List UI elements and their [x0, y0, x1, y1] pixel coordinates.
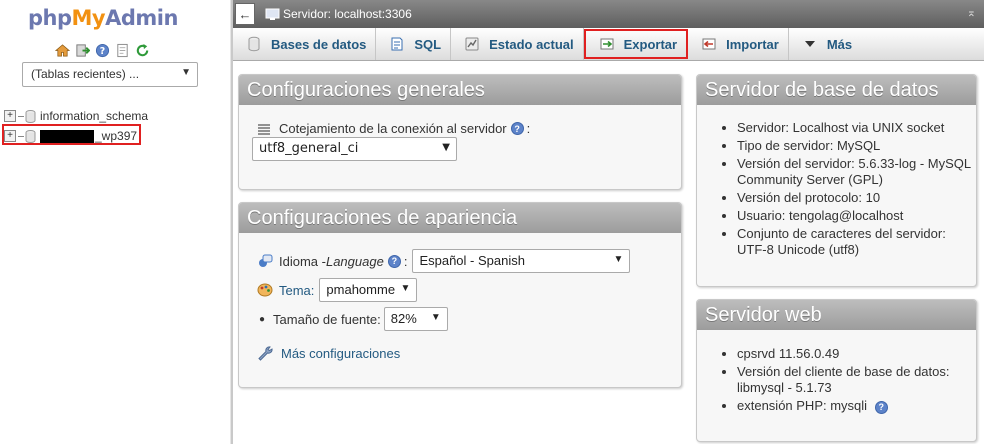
- database-icon: [248, 36, 260, 52]
- database-server-panel: Servidor de base de datos Servidor: Loca…: [696, 74, 977, 287]
- language-icon: [259, 254, 273, 267]
- collation-suffix: :: [526, 121, 531, 136]
- tab-mas[interactable]: Más: [789, 28, 861, 60]
- tab-label: SQL: [414, 36, 442, 52]
- tab-importar[interactable]: Importar: [688, 28, 789, 60]
- home-icon[interactable]: [54, 42, 71, 59]
- help-icon[interactable]: ?: [94, 42, 111, 59]
- list-item: Usuario: tengolag@localhost: [737, 208, 976, 224]
- collation-select[interactable]: utf8_general_ci ▼: [252, 137, 457, 161]
- tab-label: Estado actual: [489, 36, 574, 52]
- menu-down-icon: [804, 41, 815, 47]
- db-server-info-list: Servidor: Localhost via UNIX socket Tipo…: [697, 120, 976, 258]
- list-icon: [258, 123, 270, 135]
- tab-label: Más: [826, 36, 853, 52]
- top-menu-tabs: Bases de datos SQL Estado actual Exporta…: [233, 28, 984, 61]
- collation-label: Cotejamiento de la conexión al servidor: [279, 121, 507, 136]
- bullet: ●: [259, 313, 266, 325]
- nav-icon-bar: ?: [54, 42, 151, 59]
- appearance-settings-panel: Configuraciones de apariencia Idioma - L…: [238, 202, 682, 388]
- chevron-down-icon: ▼: [400, 283, 411, 294]
- tab-estado-actual[interactable]: Estado actual: [451, 28, 584, 60]
- list-item: Versión del protocolo: 10: [737, 190, 976, 206]
- chevron-down-icon: ▼: [181, 67, 191, 78]
- logo-my: My: [71, 6, 106, 30]
- svg-text:?: ?: [100, 46, 105, 57]
- list-item: Conjunto de caracteres del servidor: UTF…: [737, 226, 976, 258]
- recent-tables-value: (Tablas recientes) ...: [31, 67, 140, 81]
- language-suffix: :: [403, 253, 408, 269]
- language-label-italic: Language: [325, 253, 384, 269]
- more-settings-row: Más configuraciones: [257, 345, 400, 361]
- docs-icon[interactable]: [114, 42, 131, 59]
- tree-item-information-schema[interactable]: + information_schema: [4, 106, 148, 126]
- logo-php: php: [28, 6, 72, 30]
- exit-icon[interactable]: [74, 42, 91, 59]
- collapse-icon[interactable]: ⌅: [967, 6, 976, 19]
- theme-row: Tema: pmahomme ▼: [257, 278, 418, 302]
- more-settings-link[interactable]: Más configuraciones: [281, 346, 400, 361]
- recent-tables-select[interactable]: (Tablas recientes) ... ▼: [22, 62, 198, 87]
- language-select[interactable]: Español - Spanish ▼: [412, 249, 631, 273]
- reload-icon[interactable]: [134, 42, 151, 59]
- status-icon: [465, 37, 479, 51]
- tab-label: Importar: [726, 36, 779, 52]
- chevron-down-icon: ▼: [613, 254, 624, 265]
- language-label: Idioma -: [279, 253, 326, 269]
- panel-title: Servidor web: [697, 300, 976, 330]
- server-icon: [265, 8, 280, 20]
- collation-row: Cotejamiento de la conexión al servidor …: [257, 121, 530, 136]
- nav-resize-handle[interactable]: [230, 0, 233, 444]
- wrench-icon: [258, 346, 273, 361]
- highlight-box: [2, 124, 141, 145]
- list-item: Versión del servidor: 5.6.33-log - MySQL…: [737, 156, 976, 188]
- list-item: Tipo de servidor: MySQL: [737, 138, 976, 154]
- phpmyadmin-logo[interactable]: phpMyAdmin: [28, 6, 178, 30]
- panel-title: Configuraciones generales: [239, 75, 681, 105]
- database-icon: [25, 109, 36, 123]
- list-item: Versión del cliente de base de datos: li…: [737, 364, 976, 396]
- theme-select[interactable]: pmahomme ▼: [319, 278, 418, 302]
- collation-value: utf8_general_ci: [259, 141, 359, 156]
- server-breadcrumb-bar: ← Servidor: localhost:3306 ⌅: [233, 0, 984, 28]
- tab-label: Exportar: [623, 36, 678, 52]
- sql-icon: [391, 37, 403, 51]
- web-server-info-list: cpsrvd 11.56.0.49 Versión del cliente de…: [697, 346, 976, 414]
- php-extension-text: extensión PHP: mysqli: [737, 398, 868, 413]
- font-size-value: 82%: [390, 311, 417, 326]
- language-row: Idioma - Language ? : Español - Spanish …: [257, 249, 631, 273]
- help-icon[interactable]: ?: [387, 254, 401, 268]
- logo-admin: Admin: [105, 6, 178, 30]
- tab-sql[interactable]: SQL: [376, 28, 452, 60]
- expand-icon[interactable]: +: [4, 110, 16, 122]
- font-size-row: ● Tamaño de fuente: 82% ▼: [239, 307, 448, 331]
- language-value: Español - Spanish: [419, 253, 525, 268]
- tab-bases-de-datos[interactable]: Bases de datos: [233, 28, 377, 60]
- general-settings-panel: Configuraciones generales Cotejamiento d…: [238, 74, 682, 190]
- web-server-panel: Servidor web cpsrvd 11.56.0.49 Versión d…: [696, 299, 977, 442]
- font-size-select[interactable]: 82% ▼: [383, 307, 448, 331]
- tab-label: Bases de datos: [271, 36, 367, 52]
- import-icon: [702, 38, 716, 50]
- panel-title: Configuraciones de apariencia: [239, 203, 681, 233]
- export-icon: [600, 38, 614, 50]
- tab-exportar[interactable]: Exportar: [583, 29, 689, 59]
- tree-connector: [18, 115, 24, 117]
- theme-value: pmahomme: [326, 282, 396, 297]
- navigation-panel: phpMyAdmin ? (Tablas recientes) ... ▼ + …: [0, 0, 230, 444]
- list-item: Servidor: Localhost via UNIX socket: [737, 120, 976, 136]
- help-icon[interactable]: ?: [510, 122, 524, 135]
- back-arrow-icon[interactable]: ←: [235, 3, 255, 25]
- font-size-label: Tamaño de fuente:: [273, 311, 381, 327]
- chevron-down-icon: ▼: [442, 142, 450, 153]
- theme-link[interactable]: Tema:: [279, 283, 314, 298]
- chevron-down-icon: ▼: [430, 312, 441, 323]
- database-name[interactable]: information_schema: [40, 109, 148, 123]
- list-item: cpsrvd 11.56.0.49: [737, 346, 976, 362]
- help-icon[interactable]: ?: [874, 400, 888, 414]
- palette-icon: [257, 283, 273, 297]
- panel-title: Servidor de base de datos: [697, 75, 976, 105]
- list-item: extensión PHP: mysqli ?: [737, 398, 976, 414]
- server-breadcrumb[interactable]: Servidor: localhost:3306: [283, 7, 412, 21]
